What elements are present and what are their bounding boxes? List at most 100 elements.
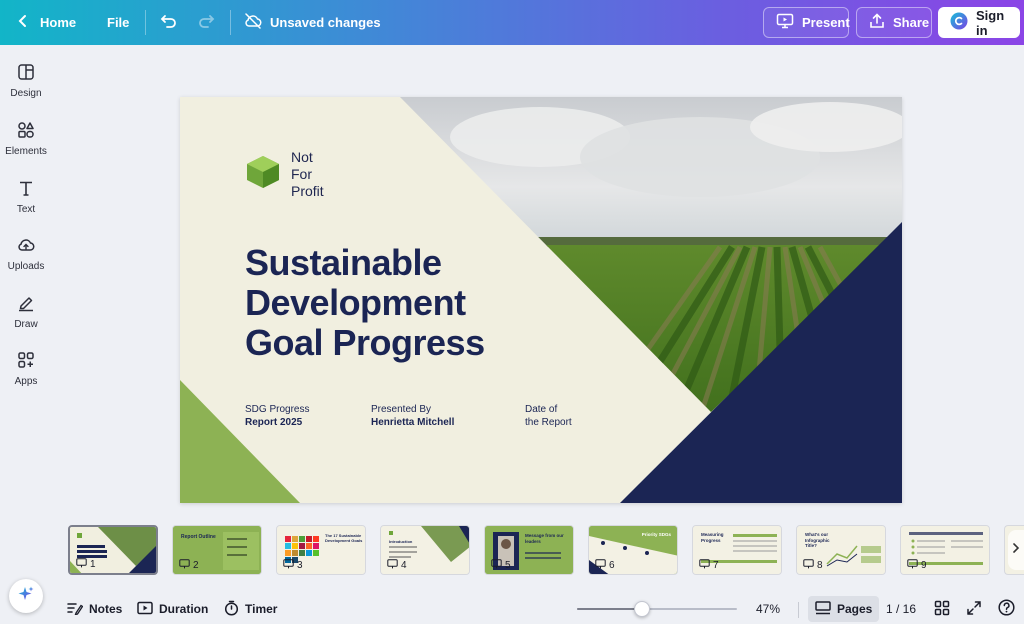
date-meta: Date of the Report [525,403,572,429]
duration-label: Duration [159,602,209,616]
notes-label: Notes [89,602,123,616]
page-thumbnail-4[interactable]: Introduction 4 [380,525,470,575]
thumbnail-caption: Measuring Progress [701,532,724,543]
page-number-label: 4 [401,560,407,571]
layout-icon [17,63,35,84]
title-line: Sustainable [245,242,442,283]
zoom-level[interactable]: 47% [756,594,780,624]
page-number-label: 2 [193,560,199,571]
logo-text: Not For Profit [291,149,324,200]
page-thumbnail-2[interactable]: Report Outline 2 [172,525,262,575]
home-label: Home [40,15,77,30]
pen-icon [17,294,35,315]
page-thumbnail-3[interactable]: The 17 Sustainable Development Goals 3 [276,525,366,575]
stopwatch-icon [224,600,239,619]
fullscreen-button[interactable] [966,594,982,624]
page-thumbnail-1[interactable]: 1 [68,525,158,575]
page-number: 3 [283,559,303,572]
page-thumbnail-6[interactable]: Priority SDGs 6 [588,525,678,575]
chevron-right-icon [1012,541,1020,559]
page-number-label: 8 [817,560,823,571]
file-menu-button[interactable]: File [107,0,129,45]
share-button[interactable]: Share [856,7,932,38]
meta-label: SDG Progress [245,404,310,415]
bottom-toolbar: Notes Duration Timer 47% Pages 1 / 16 [0,594,1024,624]
scroll-thumbnails-right-button[interactable] [1008,530,1024,570]
logo-line: Profit [291,183,324,199]
title-line: Goal Progress [245,322,485,363]
page-number: 5 [491,559,511,572]
top-toolbar: Home File Unsaved changes Present Share [0,0,1024,45]
page-number-label: 5 [505,560,511,571]
home-button[interactable]: Home [18,0,76,45]
sidebar-item-label: Elements [5,146,47,157]
grid-icon [934,600,950,619]
page-thumbnail-8[interactable]: What's our Infographic Title? 8 [796,525,886,575]
cube-logo-icon [245,155,281,194]
slide-canvas[interactable]: Not For Profit Sustainable Development G… [180,97,902,503]
redo-button[interactable] [197,0,215,45]
undo-button[interactable] [160,0,178,45]
notes-icon [67,601,84,618]
zoom-value: 47% [756,602,781,616]
page-thumbnail-5[interactable]: Message from our leaders 5 [484,525,574,575]
sidebar-item-draw[interactable]: Draw [0,294,52,330]
page-number: 9 [907,559,927,572]
sidebar-item-label: Design [10,88,42,99]
sidebar-item-elements[interactable]: Elements [0,121,52,157]
page-counter-text: 1 / 16 [886,602,917,616]
title-line: Development [245,282,466,323]
duration-button[interactable]: Duration [137,594,208,624]
page-counter[interactable]: 1 / 16 [886,594,916,624]
sidebar-item-uploads[interactable]: Uploads [0,236,52,272]
page-thumbnail-9[interactable]: 9 [900,525,990,575]
page-thumbnail-7[interactable]: Measuring Progress 7 [692,525,782,575]
page-number: 1 [76,558,96,571]
slide-icon [699,559,710,572]
undo-icon [160,13,178,32]
thumbnail-caption: Report Outline [181,534,216,540]
sidebar-item-apps[interactable]: Apps [0,351,52,387]
zoom-slider-handle[interactable] [634,601,650,617]
slide-icon [179,559,190,572]
apps-icon [17,351,35,372]
page-number-label: 7 [713,560,719,571]
present-button[interactable]: Present [763,7,850,38]
thumbnail-caption: Introduction [389,539,413,544]
save-status[interactable]: Unsaved changes [244,0,381,45]
green-corner-shape [180,380,300,503]
presentation-icon [776,13,794,32]
page-number: 2 [179,559,199,572]
canva-logo-icon [950,12,968,33]
sign-in-button[interactable]: Sign in [938,7,1020,38]
presenter-meta: Presented By Henrietta Mitchell [371,403,454,429]
pages-view-button[interactable]: Pages [808,596,880,622]
sidebar-item-text[interactable]: Text [0,179,52,215]
shapes-icon [17,121,35,142]
slide-icon [76,558,87,571]
grid-view-button[interactable] [934,594,950,624]
toolbar-divider [798,602,799,618]
meta-value: Henrietta Mitchell [371,417,455,428]
org-logo: Not For Profit [245,149,324,200]
help-button[interactable] [998,594,1015,624]
toolbar-divider [230,10,231,35]
zoom-slider-track[interactable] [577,601,737,617]
sidebar-item-design[interactable]: Design [0,63,52,99]
expand-icon [966,600,982,619]
zoom-slider-fill [577,608,642,610]
pages-icon [815,600,831,618]
timer-button[interactable]: Timer [224,594,277,624]
cloud-upload-icon [17,236,35,257]
notes-button[interactable]: Notes [67,594,122,624]
slide-icon [491,559,502,572]
timer-label: Timer [245,602,278,616]
page-number: 4 [387,559,407,572]
play-box-icon [137,601,153,618]
thumbnail-caption: The 17 Sustainable Development Goals [325,533,363,543]
thumbnail-caption: What's our Infographic Title? [805,532,830,548]
slide-icon [595,559,606,572]
cloud-off-icon [244,13,262,32]
slide-icon [907,559,918,572]
page-number-label: 1 [90,559,96,570]
